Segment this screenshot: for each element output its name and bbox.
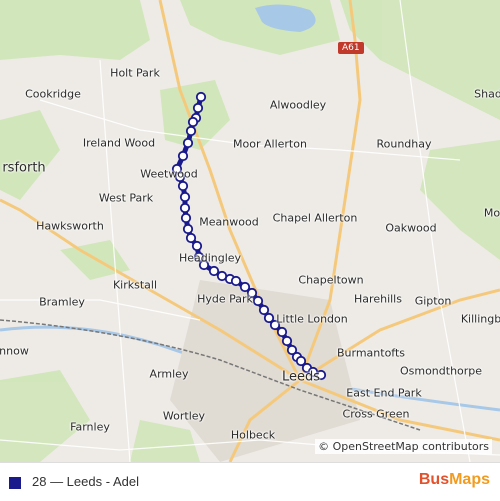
bus-stop-marker[interactable] — [195, 91, 207, 103]
place-label-oakwood: Oakwood — [385, 221, 437, 235]
place-label-chapel-allerton: Chapel Allerton — [272, 211, 358, 225]
place-label-burmantofts: Burmantofts — [336, 346, 406, 360]
place-label-little-london: Little London — [276, 312, 348, 326]
map-view[interactable]: A61 Holt Park Alwoodley Cookridge Shad Irela… — [0, 0, 500, 462]
bus-stop-marker[interactable] — [281, 335, 293, 347]
bus-stop-marker[interactable] — [230, 275, 242, 287]
route-color-swatch — [9, 477, 21, 489]
place-label-killingbeck: Killingb — [460, 312, 500, 326]
bus-stop-marker[interactable] — [252, 295, 264, 307]
place-label-kirkstall: Kirkstall — [112, 278, 158, 292]
place-label-weetwood: Weetwood — [140, 167, 198, 181]
place-label-cookridge: Cookridge — [25, 87, 81, 101]
bus-stop-marker[interactable] — [177, 180, 189, 192]
place-label-osmondthorpe: Osmondthorpe — [399, 364, 483, 378]
bus-stop-marker[interactable] — [182, 223, 194, 235]
place-label-gipton: Gipton — [414, 294, 452, 308]
bus-stop-marker[interactable] — [179, 191, 191, 203]
bus-stop-marker[interactable] — [258, 304, 270, 316]
place-label-east-end-park: East End Park — [346, 386, 422, 400]
bus-stop-marker[interactable] — [191, 240, 203, 252]
bus-stop-marker[interactable] — [180, 212, 192, 224]
place-label-west-park: West Park — [98, 191, 154, 205]
brand-part-1: Bus — [418, 471, 450, 488]
place-label-rodley: nnow — [0, 344, 29, 358]
brand-part-2: Maps — [449, 471, 490, 488]
road-shield-a61: A61 — [338, 42, 364, 54]
place-label-cross-green: Cross Green — [342, 407, 410, 421]
place-label-headingley: Headingley — [178, 251, 242, 265]
place-label-roundhay: Roundhay — [376, 137, 432, 151]
place-label-hyde-park: Hyde Park — [197, 292, 253, 306]
place-label-wortley: Wortley — [162, 409, 206, 423]
bus-stop-marker[interactable] — [185, 232, 197, 244]
place-label-ireland-wood: Ireland Wood — [82, 136, 156, 150]
place-label-hawksworth: Hawksworth — [36, 219, 104, 233]
route-legend-label: 28 — Leeds - Adel — [32, 474, 139, 489]
bus-stop-marker[interactable] — [182, 137, 194, 149]
place-label-holt-park: Holt Park — [110, 66, 160, 80]
bus-stop-marker[interactable] — [177, 150, 189, 162]
place-label-leeds: Leeds — [281, 369, 321, 385]
bus-stop-marker[interactable] — [208, 265, 220, 277]
bus-stop-marker[interactable] — [276, 326, 288, 338]
place-label-chapeltown: Chapeltown — [298, 273, 364, 287]
legend-bar: 28 — Leeds - Adel BusMaps — [0, 462, 500, 501]
place-label-meanwood: Meanwood — [199, 215, 259, 229]
place-label-armley: Armley — [149, 367, 189, 381]
place-label-farnley: Farnley — [70, 420, 110, 434]
place-label-bramley: Bramley — [39, 295, 85, 309]
busmaps-logo[interactable]: BusMaps — [419, 471, 490, 489]
bus-stop-marker[interactable] — [192, 102, 204, 114]
bus-stop-marker[interactable] — [187, 116, 199, 128]
place-label-moor-allerton: Moor Allerton — [233, 137, 307, 151]
place-label-alwoodley: Alwoodley — [269, 98, 327, 112]
bus-stop-marker[interactable] — [185, 125, 197, 137]
place-label-holbeck: Holbeck — [230, 428, 276, 442]
place-label-shad: Shad — [474, 87, 500, 101]
place-label-horsforth: rsforth — [2, 160, 46, 176]
bus-stop-marker[interactable] — [179, 202, 191, 214]
map-attribution[interactable]: © OpenStreetMap contributors — [315, 439, 492, 454]
place-label-mo: Mo — [483, 206, 500, 220]
place-label-harehills: Harehills — [354, 292, 402, 306]
